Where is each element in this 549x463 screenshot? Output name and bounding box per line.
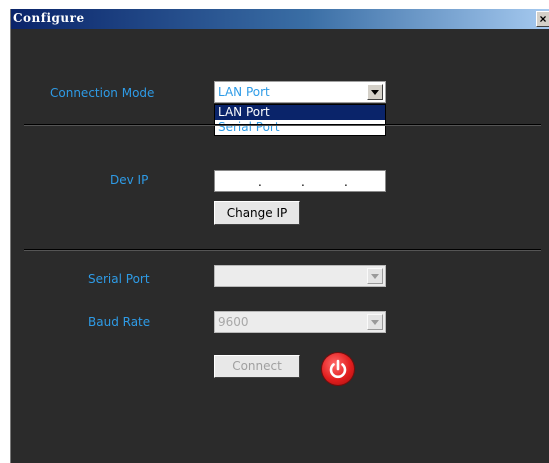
chevron-down-icon[interactable] xyxy=(367,268,383,284)
baud-rate-select[interactable]: 9600 xyxy=(214,311,386,333)
ip-separator: . xyxy=(301,175,305,189)
connection-mode-value: LAN Port xyxy=(218,85,270,99)
change-ip-button[interactable]: Change IP xyxy=(214,201,300,225)
baud-rate-label: Baud Rate xyxy=(88,315,151,329)
separator-top xyxy=(24,124,541,126)
chevron-down-icon[interactable] xyxy=(367,84,383,100)
option-lan-port[interactable]: LAN Port xyxy=(215,105,385,120)
connect-button[interactable]: Connect xyxy=(214,355,300,378)
chevron-down-icon[interactable] xyxy=(367,314,383,330)
baud-rate-value: 9600 xyxy=(218,315,249,329)
dev-ip-label: Dev IP xyxy=(110,173,149,187)
close-button[interactable]: × xyxy=(536,11,549,27)
ip-separator: . xyxy=(258,175,262,189)
connection-mode-select[interactable]: LAN Port xyxy=(214,81,386,103)
window-title: Configure xyxy=(13,11,85,25)
serial-port-select[interactable] xyxy=(214,265,386,287)
power-icon[interactable] xyxy=(322,353,354,385)
connection-mode-label: Connection Mode xyxy=(50,86,155,100)
serial-port-label: Serial Port xyxy=(88,272,150,286)
dev-ip-input[interactable]: . . . xyxy=(214,170,386,192)
separator-middle xyxy=(24,249,541,251)
configure-window: Configure × xyxy=(10,9,549,463)
ip-separator: . xyxy=(344,175,348,189)
title-bar[interactable]: Configure × xyxy=(11,9,549,29)
connection-mode-dropdown-list: LAN Port Serial Port xyxy=(214,104,386,136)
option-serial-port[interactable]: Serial Port xyxy=(215,120,385,135)
